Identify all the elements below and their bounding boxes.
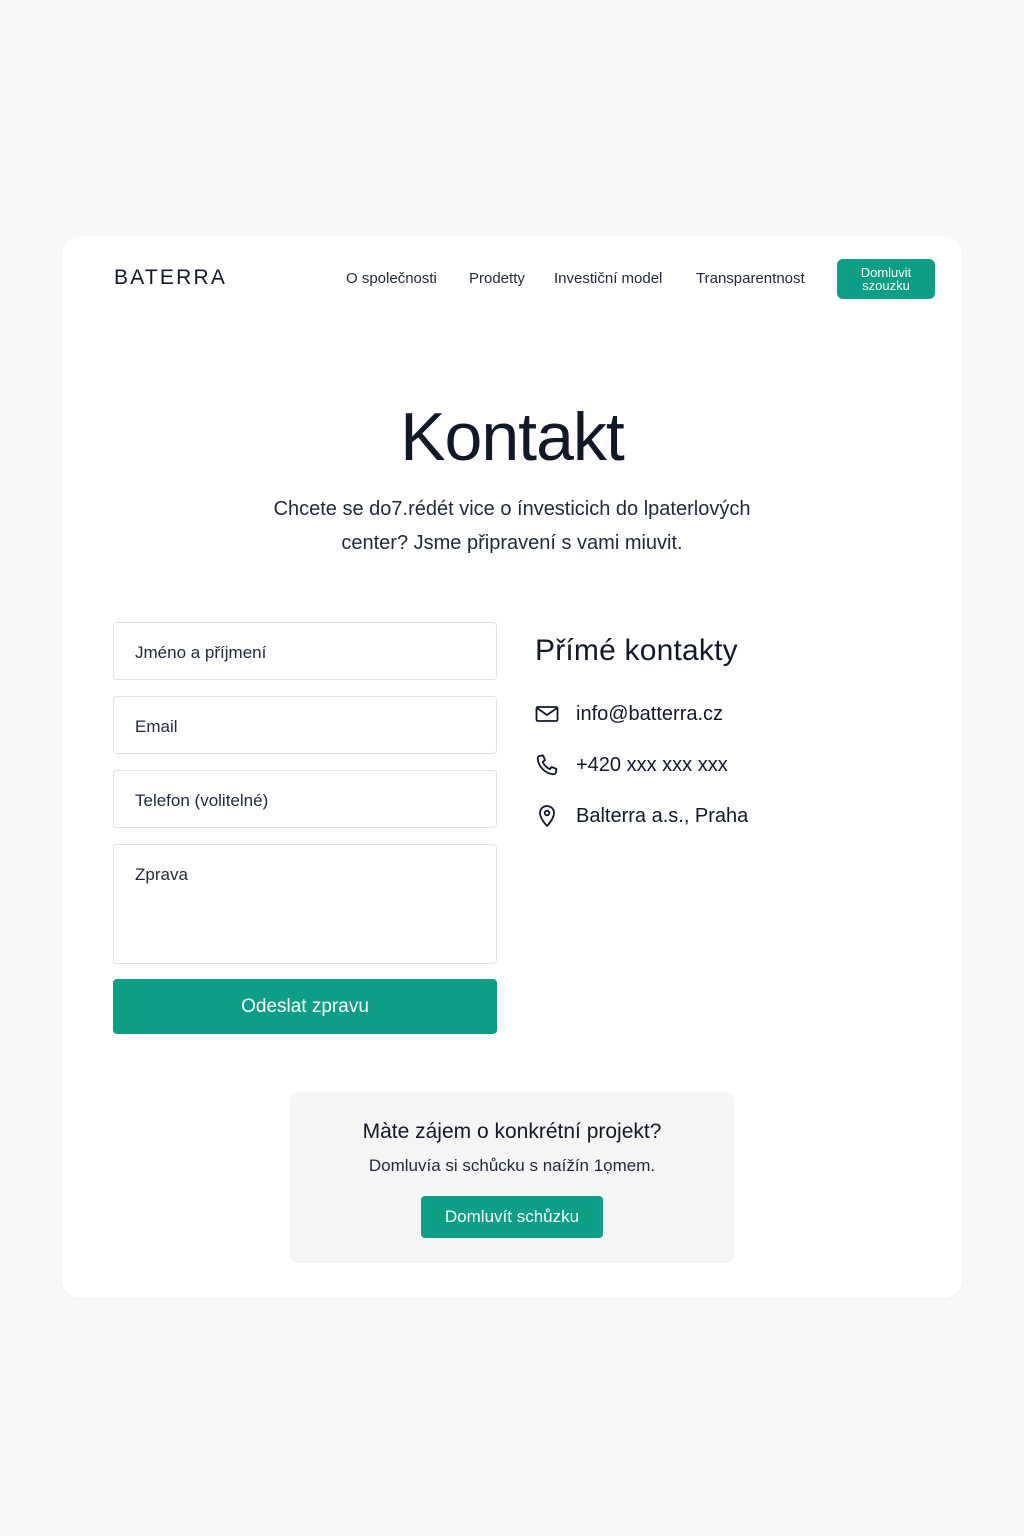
email-input[interactable]: Email (113, 696, 497, 754)
mail-icon (535, 706, 559, 722)
contact-address-text: Balterra a.s., Praha (576, 805, 749, 827)
contact-email-text[interactable]: info@batterra.cz (576, 703, 723, 726)
submit-message-button[interactable]: Odeslat zpravu (113, 979, 497, 1034)
intro-line-1: Chcete se do7.rédét vice o ínvesticich d… (273, 498, 751, 520)
nav-item-products[interactable]: Prodetty (469, 270, 525, 290)
brand-logo[interactable]: BATERRA (114, 266, 227, 290)
cta-title: Màte zájem o konkrétní projekt? (362, 1120, 662, 1143)
contact-address-row: Balterra a.s., Praha (535, 804, 915, 830)
nav-schedule-meeting-button[interactable]: Domluvit szouzku (837, 259, 935, 299)
cta-text: Domluvía si schůcku s naížín 1ọmem. (368, 1156, 656, 1175)
direct-contacts-title: Přímé kontakty (535, 634, 738, 667)
location-pin-icon (539, 805, 555, 827)
phone-icon (536, 754, 558, 776)
nav-item-transparency[interactable]: Transparentnost (696, 270, 805, 290)
contact-email-row[interactable]: info@batterra.cz (535, 702, 915, 728)
message-textarea[interactable]: Zprava (113, 844, 497, 964)
schedule-meeting-button[interactable]: Domluvít schůzku (421, 1196, 603, 1238)
contact-phone-row[interactable]: +420 xxx xxx xxx (535, 753, 915, 779)
nav-item-investment-model[interactable]: Investiční model (554, 270, 662, 290)
page-title: Kontakt (400, 399, 625, 475)
nav-item-company[interactable]: O společnosti (346, 270, 437, 290)
phone-input[interactable]: Telefon (volitelné) (113, 770, 497, 828)
intro-text: Chcete se do7.rédét vice o ínvesticich d… (242, 492, 782, 560)
name-input[interactable]: Jméno a příjmení (113, 622, 497, 680)
intro-line-2: center? Jsme připravení s vami miuvit. (341, 532, 683, 554)
contact-phone-text[interactable]: +420 xxx xxx xxx (576, 754, 728, 777)
contact-page-card: BATERRA O společnosti Prodetty Investičn… (62, 236, 962, 1298)
project-cta-box: Màte zájem o konkrétní projekt? Domluvía… (290, 1092, 734, 1263)
